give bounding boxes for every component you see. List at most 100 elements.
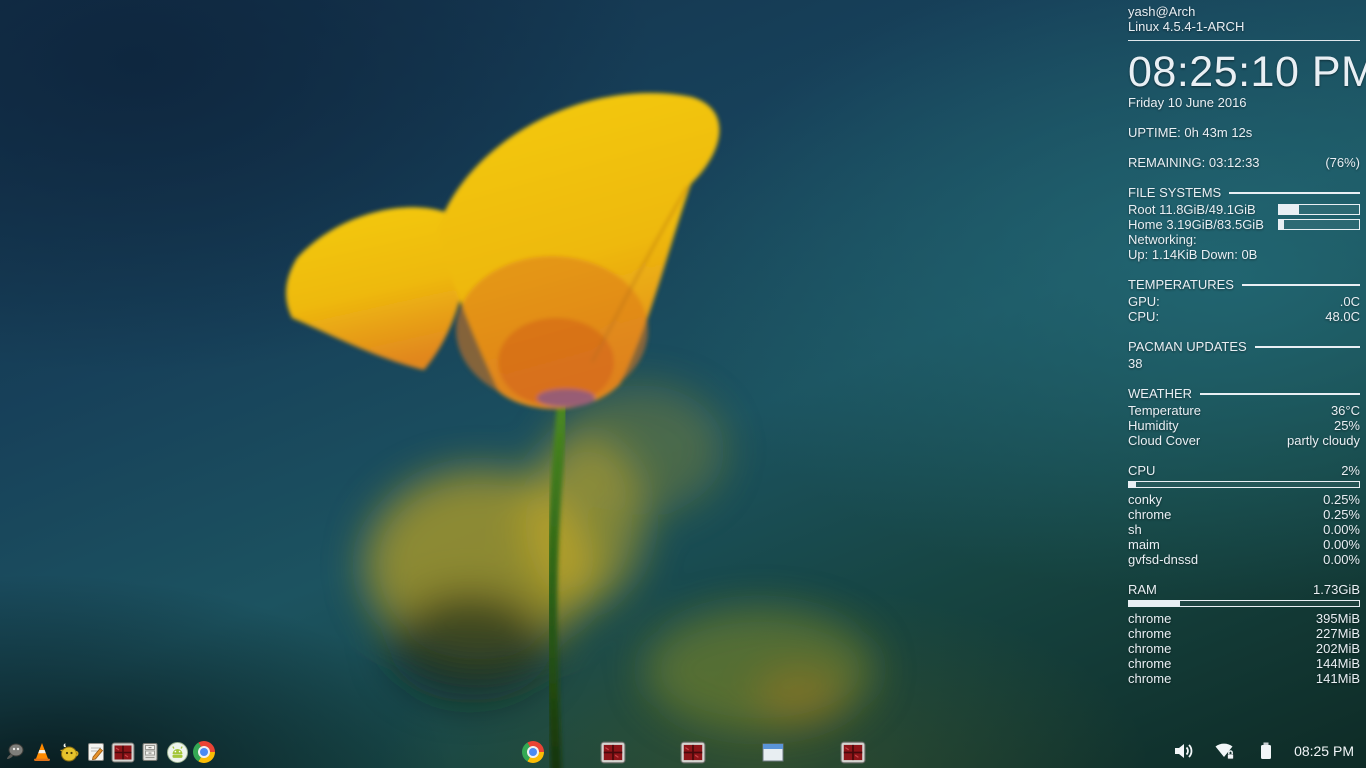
open-windows-area [520, 739, 866, 765]
cpu-header-row: CPU 2% [1128, 463, 1360, 478]
ram-process-row: chrome 144MiB [1128, 656, 1360, 671]
process-name: gvfsd-dnssd [1128, 552, 1198, 567]
battery-value: 03:12:33 [1209, 155, 1260, 170]
battery-percent: (76%) [1325, 155, 1360, 170]
weather-humidity-value: 25% [1334, 418, 1360, 433]
weather-header: WEATHER [1128, 386, 1360, 401]
process-name: chrome [1128, 507, 1171, 522]
weather-temp-row: Temperature 36°C [1128, 403, 1360, 418]
process-value: 144MiB [1316, 656, 1360, 671]
process-value: 0.00% [1323, 552, 1360, 567]
temperatures-header: TEMPERATURES [1128, 277, 1360, 292]
header-rule [1242, 284, 1360, 286]
quick-launch-area [2, 739, 217, 765]
process-value: 202MiB [1316, 641, 1360, 656]
temperatures-title: TEMPERATURES [1128, 277, 1234, 292]
cpu-temp-value: 48.0C [1325, 309, 1360, 324]
home-usage: 3.19GiB/83.5GiB [1166, 217, 1264, 232]
gpu-temp-row: GPU: .0C [1128, 294, 1360, 309]
system-tray: 08:25 PM [1171, 737, 1354, 765]
process-name: maim [1128, 537, 1160, 552]
hostname: yash@Arch [1128, 4, 1360, 19]
uptime-row: UPTIME: 0h 43m 12s [1128, 125, 1360, 140]
divider [1128, 40, 1360, 41]
process-value: 0.25% [1323, 492, 1360, 507]
network-stats: Up: 1.14KiB Down: 0B [1128, 247, 1360, 262]
header-rule [1200, 393, 1360, 395]
ram-title: RAM [1128, 582, 1157, 597]
taskbar: 08:25 PM [0, 734, 1366, 768]
gimp-icon[interactable] [2, 739, 28, 765]
pacman-header: PACMAN UPDATES [1128, 339, 1360, 354]
uptime-value: 0h 43m 12s [1184, 125, 1252, 140]
process-value: 141MiB [1316, 671, 1360, 686]
android-studio-icon[interactable] [164, 739, 190, 765]
header-rule [1255, 346, 1360, 348]
battery-label: REMAINING: [1128, 155, 1205, 170]
weather-cloud-label: Cloud Cover [1128, 433, 1200, 448]
cpu-total: 2% [1341, 463, 1360, 478]
gpu-value: .0C [1340, 294, 1360, 309]
ram-total: 1.73GiB [1313, 582, 1360, 597]
filesystems-header: FILE SYSTEMS [1128, 185, 1360, 200]
process-name: conky [1128, 492, 1162, 507]
text-editor-icon[interactable] [83, 739, 109, 765]
volume-icon[interactable] [1171, 738, 1197, 764]
ram-process-row: chrome 202MiB [1128, 641, 1360, 656]
clock-date: Friday 10 June 2016 [1128, 95, 1360, 110]
cpu-process-row: sh 0.00% [1128, 522, 1360, 537]
cpu-process-row: gvfsd-dnssd 0.00% [1128, 552, 1360, 567]
ram-process-row: chrome 141MiB [1128, 671, 1360, 686]
teatime-icon[interactable] [56, 739, 82, 765]
networking-label: Networking: [1128, 232, 1360, 247]
gpu-label: GPU: [1128, 294, 1160, 309]
filesystems-title: FILE SYSTEMS [1128, 185, 1221, 200]
cpu-usage-bar [1128, 481, 1360, 488]
root-usage-bar [1278, 204, 1360, 215]
battery-icon[interactable] [1253, 738, 1279, 764]
home-fs-row: Home 3.19GiB/83.5GiB [1128, 217, 1360, 232]
process-name: chrome [1128, 671, 1171, 686]
process-value: 0.25% [1323, 507, 1360, 522]
uptime-label: UPTIME: [1128, 125, 1181, 140]
root-fs-row: Root 11.8GiB/49.1GiB [1128, 202, 1360, 217]
clock-time: 08:25:10 PM [1128, 50, 1360, 94]
battery-row: REMAINING: 03:12:33 (76%) [1128, 155, 1360, 170]
tray-clock[interactable]: 08:25 PM [1294, 743, 1354, 759]
root-usage: 11.8GiB/49.1GiB [1159, 202, 1256, 217]
cpu-process-row: conky 0.25% [1128, 492, 1360, 507]
root-label: Root [1128, 202, 1155, 217]
weather-humidity-label: Humidity [1128, 418, 1179, 433]
ram-header-row: RAM 1.73GiB [1128, 582, 1360, 597]
weather-cloud-row: Cloud Cover partly cloudy [1128, 433, 1360, 448]
wifi-secured-icon[interactable] [1212, 738, 1238, 764]
home-label: Home [1128, 217, 1163, 232]
generic-window-button[interactable] [760, 739, 786, 765]
archive-manager-icon[interactable] [137, 739, 163, 765]
terminator-window-button[interactable] [840, 739, 866, 765]
process-name: chrome [1128, 611, 1171, 626]
vlc-icon[interactable] [29, 739, 55, 765]
weather-humidity-row: Humidity 25% [1128, 418, 1360, 433]
chrome-window-button[interactable] [520, 739, 546, 765]
terminator-window-button[interactable] [600, 739, 626, 765]
kernel-version: Linux 4.5.4-1-ARCH [1128, 19, 1360, 34]
cpu-process-row: chrome 0.25% [1128, 507, 1360, 522]
cpu-title: CPU [1128, 463, 1155, 478]
weather-temp-label: Temperature [1128, 403, 1201, 418]
ram-process-row: chrome 227MiB [1128, 626, 1360, 641]
pacman-title: PACMAN UPDATES [1128, 339, 1247, 354]
terminator-window-button[interactable] [680, 739, 706, 765]
cpu-temp-label: CPU: [1128, 309, 1159, 324]
home-usage-bar [1278, 219, 1360, 230]
ram-process-row: chrome 395MiB [1128, 611, 1360, 626]
process-value: 395MiB [1316, 611, 1360, 626]
cpu-process-row: maim 0.00% [1128, 537, 1360, 552]
conky-system-monitor: yash@Arch Linux 4.5.4-1-ARCH 08:25:10 PM… [1128, 4, 1360, 686]
weather-title: WEATHER [1128, 386, 1192, 401]
process-name: chrome [1128, 641, 1171, 656]
process-name: chrome [1128, 626, 1171, 641]
terminator-icon[interactable] [110, 739, 136, 765]
chrome-icon[interactable] [191, 739, 217, 765]
weather-cloud-value: partly cloudy [1287, 433, 1360, 448]
